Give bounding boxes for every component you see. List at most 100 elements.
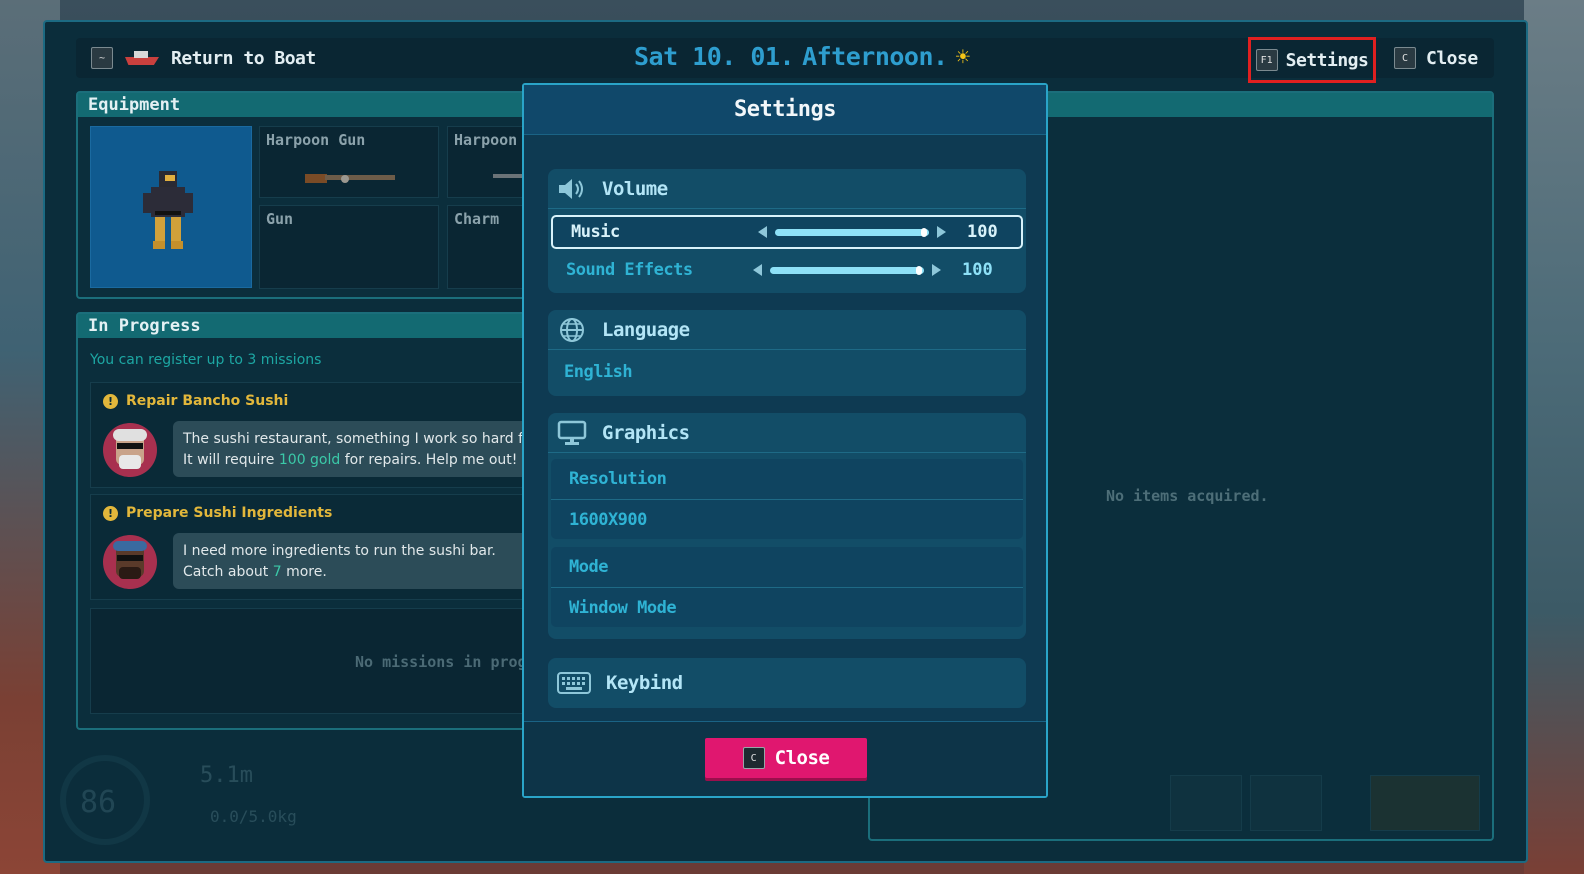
avatar-glasses xyxy=(117,555,143,561)
mission-title-text: Repair Bancho Sushi xyxy=(126,393,289,409)
volume-section: Volume Music 100 Sound Effects 100 xyxy=(548,169,1026,293)
language-value: English xyxy=(564,362,633,382)
settings-label: Settings xyxy=(1285,49,1369,71)
settings-title: Settings xyxy=(524,85,1046,135)
boat-icon xyxy=(125,49,159,67)
equipment-title: Equipment xyxy=(78,93,534,117)
keyboard-icon xyxy=(556,669,592,697)
slot-harpoon[interactable]: Harpoon xyxy=(447,126,527,198)
settings-close-button[interactable]: C Close xyxy=(705,738,867,778)
hud-faded: 86 5.1m 0.0/5.0kg xyxy=(60,745,540,845)
slot-label: Harpoon xyxy=(454,131,518,149)
c-key-icon: C xyxy=(1394,47,1416,69)
speaker-icon xyxy=(556,175,588,203)
return-label: Return to Boat xyxy=(171,47,316,69)
graphics-section: Graphics Resolution 1600X900 Mode Window… xyxy=(548,413,1026,639)
mode-select[interactable]: Window Mode xyxy=(551,587,1023,627)
volume-header: Volume xyxy=(548,169,1026,209)
close-button[interactable]: C Close xyxy=(1394,47,1478,69)
avatar xyxy=(103,423,157,477)
slider-right-arrow-icon[interactable] xyxy=(932,264,941,276)
settings-dialog: Settings Volume Music 100 Sound Effects xyxy=(522,83,1048,798)
empty-mission-slot: No missions in progress xyxy=(90,608,563,714)
in-progress-panel: In Progress You can register up to 3 mis… xyxy=(76,312,563,730)
language-title: Language xyxy=(602,318,690,341)
slot-gun[interactable]: Gun xyxy=(259,205,439,289)
quickslot xyxy=(1370,775,1480,831)
sfx-value: 100 xyxy=(962,260,993,280)
settings-footer: C Close xyxy=(524,721,1046,796)
in-progress-title: In Progress xyxy=(78,314,534,338)
diver-icon xyxy=(143,171,193,249)
resolution-label: Resolution xyxy=(569,469,667,489)
weight-value: 0.0/5.0kg xyxy=(210,807,297,826)
harpoon-gun-icon xyxy=(305,174,395,183)
avatar-hair xyxy=(113,429,147,441)
slider-knob[interactable] xyxy=(916,265,922,275)
language-section: Language English xyxy=(548,310,1026,396)
no-items-text: No items acquired. xyxy=(1106,487,1269,505)
dialogue-line: The sushi restaurant, something I work s… xyxy=(183,431,538,447)
resolution-group: Resolution 1600X900 xyxy=(551,459,1023,539)
slot-charm[interactable]: Charm xyxy=(447,205,527,289)
avatar-beard xyxy=(119,455,141,469)
alert-icon: ! xyxy=(103,505,118,521)
c-key-icon: C xyxy=(742,747,765,769)
music-slider[interactable] xyxy=(758,226,946,238)
avatar-glasses xyxy=(117,443,143,449)
mission-title: ! Prepare Sushi Ingredients xyxy=(103,505,332,521)
sun-icon: ☀ xyxy=(955,42,970,71)
quickslot xyxy=(1250,775,1322,831)
language-select[interactable]: English xyxy=(548,350,1026,394)
mission-dialogue: I need more ingredients to run the sushi… xyxy=(173,533,543,589)
dialogue-line: I need more ingredients to run the sushi… xyxy=(183,543,496,559)
slider-right-arrow-icon[interactable] xyxy=(937,226,946,238)
slider-knob[interactable] xyxy=(921,227,927,237)
language-header: Language xyxy=(548,310,1026,350)
mission-card[interactable]: ! Repair Bancho Sushi The sushi restaura… xyxy=(90,382,543,488)
mission-limit-hint: You can register up to 3 missions xyxy=(90,352,322,368)
return-to-boat-button[interactable]: ~ Return to Boat xyxy=(91,47,316,69)
mode-group: Mode Window Mode xyxy=(551,547,1023,627)
slider-track xyxy=(775,227,929,237)
mode-label-row: Mode xyxy=(551,547,1023,587)
sfx-volume-row[interactable]: Sound Effects 100 xyxy=(548,251,1026,289)
resolution-select[interactable]: 1600X900 xyxy=(551,499,1023,539)
slider-fill xyxy=(770,266,924,274)
mission-card[interactable]: ! Prepare Sushi Ingredients I need more … xyxy=(90,494,543,600)
sfx-label: Sound Effects xyxy=(566,260,693,280)
f1-key-icon: F1 xyxy=(1255,49,1278,71)
background-right xyxy=(1524,0,1584,874)
slider-left-arrow-icon[interactable] xyxy=(758,226,767,238)
mode-label: Mode xyxy=(569,557,608,577)
mission-title-text: Prepare Sushi Ingredients xyxy=(126,505,333,521)
character-portrait xyxy=(90,126,252,288)
keybind-section[interactable]: Keybind xyxy=(548,658,1026,708)
slider-track xyxy=(770,265,924,275)
slot-label: Harpoon Gun xyxy=(266,131,366,149)
hud-quickslots xyxy=(1150,765,1530,835)
mode-value: Window Mode xyxy=(569,597,677,618)
dialogue-line: It will require 100 gold for repairs. He… xyxy=(183,452,518,468)
oxygen-value: 86 xyxy=(80,785,117,820)
keybind-title: Keybind xyxy=(606,672,683,694)
quickslot xyxy=(1170,775,1242,831)
music-volume-row[interactable]: Music 100 xyxy=(551,215,1023,249)
settings-button[interactable]: F1 Settings xyxy=(1248,37,1376,83)
mission-title: ! Repair Bancho Sushi xyxy=(103,393,288,409)
mission-dialogue: The sushi restaurant, something I work s… xyxy=(173,421,543,477)
music-value: 100 xyxy=(967,222,998,242)
close-label: Close xyxy=(1426,47,1478,69)
sfx-slider[interactable] xyxy=(753,264,941,276)
alert-icon: ! xyxy=(103,393,118,409)
keybind-header[interactable]: Keybind xyxy=(548,658,1026,708)
slot-label: Charm xyxy=(454,210,500,228)
date-display: Sat 10. 01. Afternoon. ☀ xyxy=(634,42,970,71)
date-text: Sat 10. 01. xyxy=(634,42,795,71)
settings-close-label: Close xyxy=(774,747,830,769)
slot-harpoon-gun[interactable]: Harpoon Gun xyxy=(259,126,439,198)
volume-title: Volume xyxy=(602,177,668,200)
count-highlight: 7 xyxy=(272,564,282,580)
dialogue-line: Catch about 7 more. xyxy=(183,564,327,580)
slider-left-arrow-icon[interactable] xyxy=(753,264,762,276)
